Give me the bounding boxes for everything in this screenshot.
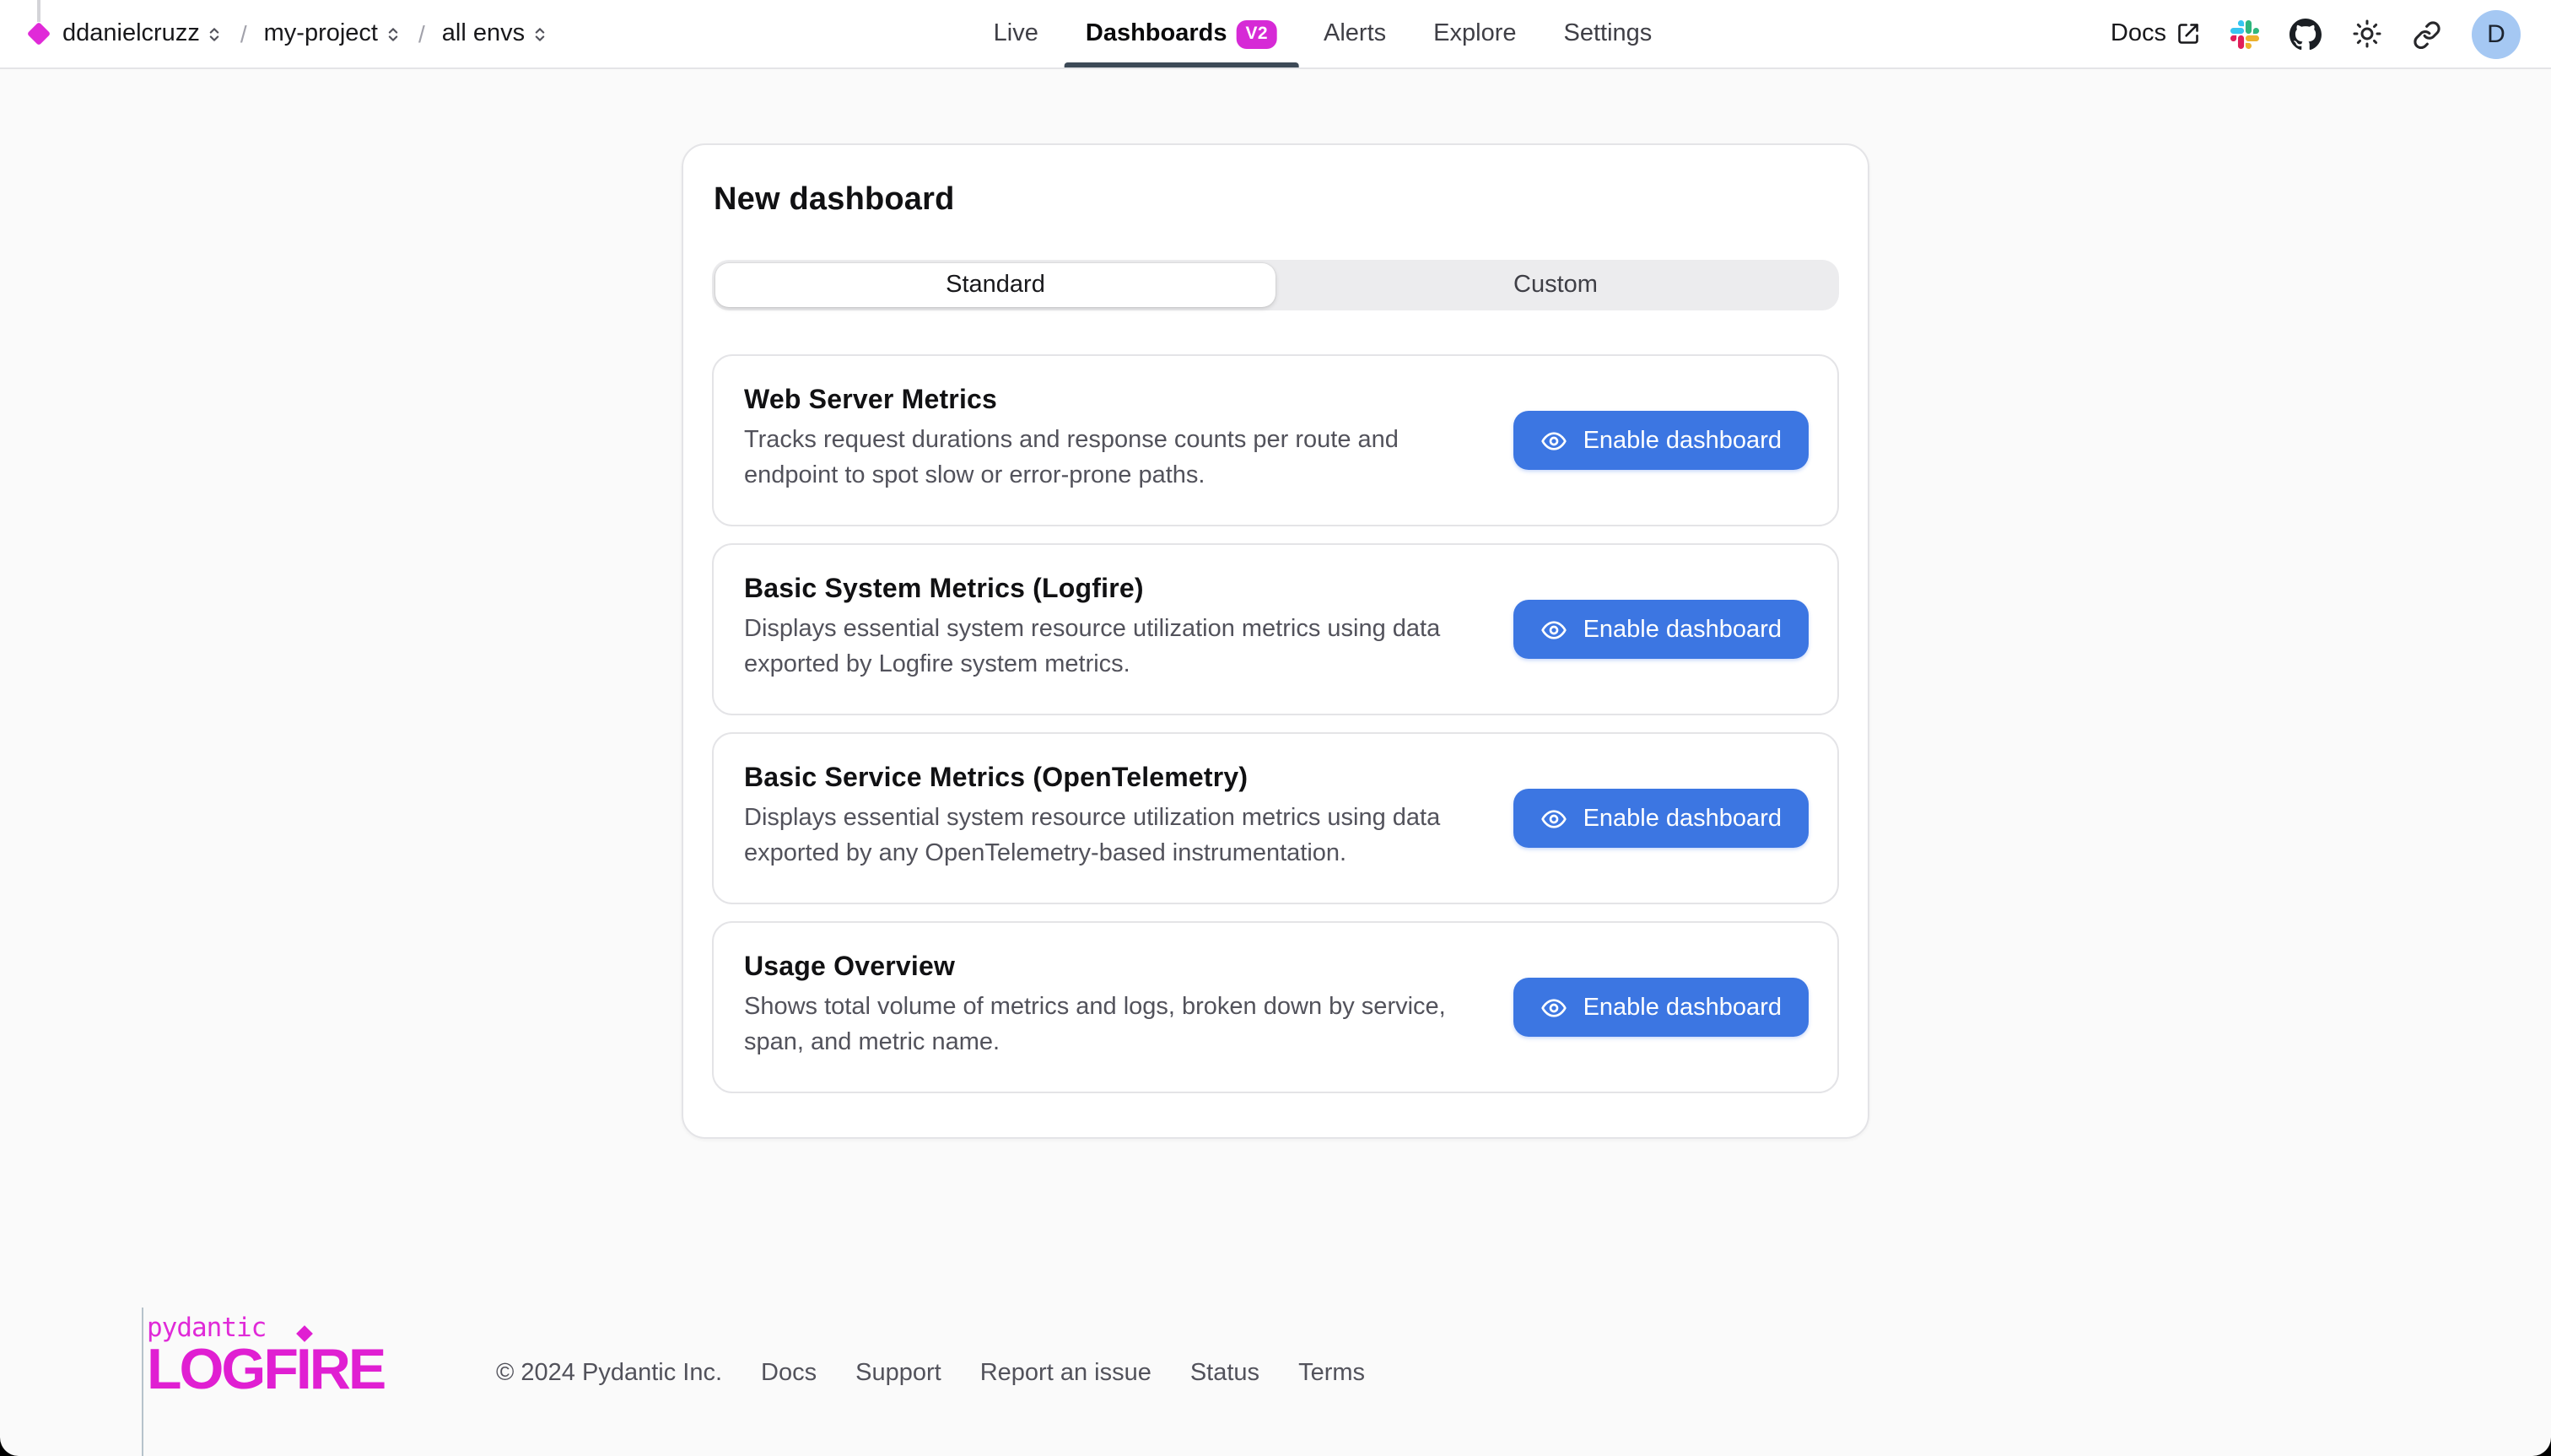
item-description: Tracks request durations and response co… [744, 423, 1486, 494]
beam-line-bottom [142, 1308, 143, 1456]
docs-link[interactable]: Docs [2111, 20, 2200, 47]
list-item-web-server-metrics: Web Server Metrics Tracks request durati… [712, 354, 1839, 526]
v2-badge: V2 [1238, 19, 1277, 48]
chevron-up-down-icon [531, 24, 548, 46]
tab-custom[interactable]: Custom [1276, 263, 1836, 307]
footer-link-terms[interactable]: Terms [1298, 1360, 1365, 1387]
sun-icon [2352, 19, 2382, 49]
nav-tab-dashboards-label: Dashboards [1086, 20, 1227, 47]
enable-dashboard-button[interactable]: Enable dashboard [1514, 978, 1809, 1037]
nav-tab-explore-label: Explore [1433, 20, 1516, 47]
footer-link-support[interactable]: Support [855, 1360, 941, 1387]
new-dashboard-card: New dashboard Standard Custom Web Server… [682, 143, 1869, 1139]
breadcrumb-project-selector[interactable]: my-project [264, 20, 402, 47]
dashboard-template-list: Web Server Metrics Tracks request durati… [712, 354, 1839, 1093]
breadcrumb-project-label: my-project [264, 20, 378, 47]
primary-nav: Live Dashboards V2 Alerts Explore Settin… [994, 0, 1653, 67]
footer-link-status[interactable]: Status [1190, 1360, 1259, 1387]
breadcrumb-nav: ddanielcruzz / my-project / all envs [62, 20, 548, 47]
nav-tab-alerts-label: Alerts [1324, 20, 1386, 47]
avatar-initial: D [2487, 19, 2505, 48]
eye-icon [1541, 427, 1568, 454]
footer-link-report-issue[interactable]: Report an issue [980, 1360, 1151, 1387]
user-avatar[interactable]: D [2472, 9, 2521, 58]
nav-tab-settings[interactable]: Settings [1564, 0, 1653, 67]
header-actions: Docs D [2111, 0, 2521, 67]
github-icon [2289, 18, 2322, 50]
eye-icon [1541, 616, 1568, 643]
chevron-up-down-icon [207, 24, 224, 46]
breadcrumb-org-selector[interactable]: ddanielcruzz [62, 20, 224, 47]
tab-standard-label: Standard [946, 272, 1045, 299]
eye-icon [1541, 994, 1568, 1021]
list-item-usage-overview: Usage Overview Shows total volume of met… [712, 921, 1839, 1093]
enable-dashboard-label: Enable dashboard [1583, 616, 1782, 643]
enable-dashboard-button[interactable]: Enable dashboard [1514, 411, 1809, 470]
item-description: Displays essential system resource utili… [744, 801, 1486, 872]
tab-custom-label: Custom [1513, 272, 1598, 299]
logfire-wordmark: LOGFIRE [147, 1341, 384, 1399]
enable-dashboard-button[interactable]: Enable dashboard [1514, 789, 1809, 848]
enable-dashboard-label: Enable dashboard [1583, 427, 1782, 454]
main-content: New dashboard Standard Custom Web Server… [0, 143, 2551, 1139]
nav-tab-dashboards[interactable]: Dashboards V2 [1086, 0, 1276, 67]
nav-tab-live-label: Live [994, 20, 1038, 47]
page-footer: pydantic LOGFIRE © 2024 Pydantic Inc. Do… [0, 1308, 2551, 1456]
item-description: Displays essential system resource utili… [744, 612, 1486, 683]
share-link-button[interactable] [2413, 19, 2441, 48]
list-item-basic-system-metrics: Basic System Metrics (Logfire) Displays … [712, 543, 1839, 715]
list-item-basic-service-metrics: Basic Service Metrics (OpenTelemetry) Di… [712, 732, 1839, 904]
chevron-up-down-icon [385, 24, 402, 46]
copyright-text: © 2024 Pydantic Inc. [496, 1360, 722, 1387]
pydantic-logfire-logo[interactable]: pydantic LOGFIRE [147, 1313, 384, 1399]
item-description: Shows total volume of metrics and logs, … [744, 990, 1486, 1061]
tab-standard[interactable]: Standard [715, 263, 1276, 307]
footer-link-docs[interactable]: Docs [761, 1360, 817, 1387]
breadcrumb-env-label: all envs [442, 20, 525, 47]
logfire-diamond-icon [27, 22, 51, 46]
dashboard-type-tabs: Standard Custom [712, 260, 1839, 310]
breadcrumb: ddanielcruzz / my-project / all envs [0, 0, 548, 67]
top-nav: ddanielcruzz / my-project / all envs Liv… [0, 0, 2551, 69]
nav-tab-live[interactable]: Live [994, 0, 1038, 67]
page-title: New dashboard [714, 182, 1839, 219]
eye-icon [1541, 805, 1568, 832]
breadcrumb-env-selector[interactable]: all envs [442, 20, 548, 47]
nav-tab-alerts[interactable]: Alerts [1324, 0, 1386, 67]
breadcrumb-org-label: ddanielcruzz [62, 20, 200, 47]
slack-icon [2230, 19, 2259, 48]
enable-dashboard-label: Enable dashboard [1583, 994, 1782, 1021]
enable-dashboard-label: Enable dashboard [1583, 805, 1782, 832]
link-icon [2413, 19, 2441, 48]
slack-button[interactable] [2230, 19, 2259, 48]
footer-links: © 2024 Pydantic Inc. Docs Support Report… [496, 1360, 1365, 1387]
external-link-icon [2176, 22, 2200, 46]
breadcrumb-separator: / [413, 20, 430, 47]
docs-label: Docs [2111, 20, 2166, 47]
logfire-wordmark-text: LOGFIRE [147, 1338, 384, 1402]
theme-toggle-button[interactable] [2352, 19, 2382, 49]
nav-tab-explore[interactable]: Explore [1433, 0, 1516, 67]
nav-tab-settings-label: Settings [1564, 20, 1653, 47]
github-button[interactable] [2289, 18, 2322, 50]
browser-window: ddanielcruzz / my-project / all envs Liv… [0, 0, 2551, 1456]
breadcrumb-separator: / [235, 20, 252, 47]
enable-dashboard-button[interactable]: Enable dashboard [1514, 600, 1809, 659]
